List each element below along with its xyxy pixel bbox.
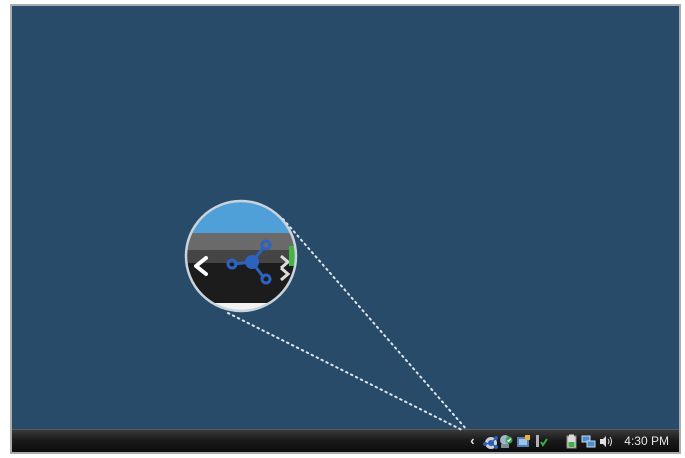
device-manager-icon[interactable] — [516, 434, 531, 449]
taskbar-clock[interactable]: 4:30 PM — [624, 434, 669, 448]
notification-area: ‹ 4:30 PM — [470, 430, 669, 452]
battery-icon[interactable] — [564, 434, 579, 449]
power-status-icon[interactable] — [533, 434, 549, 449]
volume-icon[interactable] — [598, 434, 613, 449]
taskbar: ‹ 4:30 PM — [12, 429, 679, 452]
network-share-icon[interactable] — [482, 434, 499, 449]
show-hidden-icons-button[interactable]: ‹ — [470, 430, 479, 452]
desktop-background — [12, 6, 679, 429]
security-shield-icon[interactable] — [499, 434, 514, 449]
network-connection-icon[interactable] — [581, 434, 596, 449]
